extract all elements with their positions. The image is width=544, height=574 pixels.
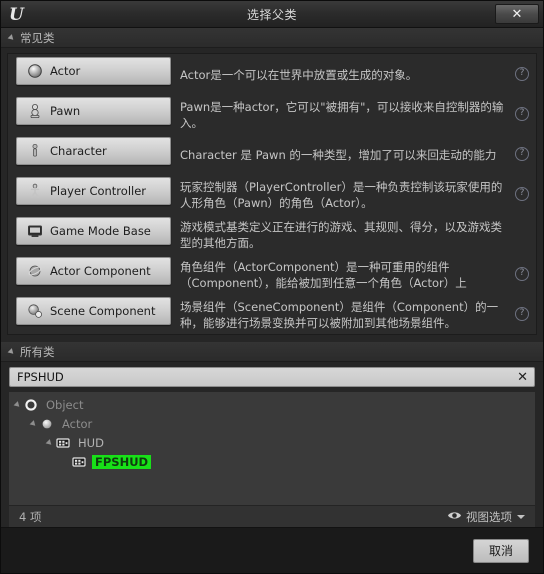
actor-sphere-icon [39,416,55,432]
window-title: 选择父类 [246,7,297,22]
expand-arrow-icon[interactable] [29,419,38,428]
help-icon[interactable]: ? [515,187,529,201]
help-icon[interactable]: ? [515,67,529,81]
object-ring-icon [23,397,39,413]
class-row-scene-component: Scene Component 场景组件（SceneComponent）是组件（… [8,297,536,331]
help-icon[interactable]: ? [515,147,529,161]
class-description: 场景组件（SceneComponent）是组件（Component）的一种，能够… [180,299,499,330]
common-classes-panel: Actor Actor是一个可以在世界中放置或生成的对象。 ? Pawn Paw… [7,53,537,335]
expand-arrow-icon[interactable] [45,438,54,447]
tree-item-label: HUD [78,435,104,450]
class-row-actor-component: Actor Component 角色组件（ActorComponent）是一种可… [8,257,536,291]
class-button-character[interactable]: Character [16,137,171,165]
unreal-engine-logo-icon: U [4,2,34,26]
hud-grid-icon [71,454,87,470]
class-description: 玩家控制器（PlayerController）是一种负责控制该玩家使用的人形角色… [180,179,503,210]
class-description: 游戏模式基类定义正在进行的游戏、其规则、得分，以及游戏类型的其他方面。 [180,219,502,250]
class-label: Actor Component [50,264,151,278]
search-row: FPSHUD ✕ [1,362,543,390]
class-row-pawn: Pawn Pawn是一种actor，它可以"被拥有"，可以接收来自控制器的输入。… [8,97,536,131]
clear-search-icon[interactable]: ✕ [515,371,530,384]
class-row-character: Character Character 是 Pawn 的一种类型，增加了可以来回… [8,137,536,171]
class-label: Player Controller [50,184,147,198]
class-button-pawn[interactable]: Pawn [16,97,171,125]
common-classes-title: 常见类 [20,30,55,45]
svg-text:U: U [9,5,25,24]
help-icon[interactable]: ? [515,307,529,321]
tree-item-label: Object [46,397,84,412]
class-description: Pawn是一种actor，它可以"被拥有"，可以接收来自控制器的输入。 [180,99,504,130]
help-slot: ? [508,67,536,81]
collapse-triangle-icon [7,33,16,42]
all-classes-title: 所有类 [20,344,55,359]
search-input-value: FPSHUD [17,370,64,384]
pawn-icon [26,103,43,120]
all-classes-section-header[interactable]: 所有类 [1,342,543,362]
help-slot: ? [508,307,536,321]
class-row-player-controller: Player Controller 玩家控制器（PlayerController… [8,177,536,211]
view-options-button[interactable]: 视图选项 [447,509,525,525]
view-options-label: 视图选项 [466,509,512,524]
class-row-game-mode-base: Game Mode Base 游戏模式基类定义正在进行的游戏、其规则、得分，以及… [8,217,536,251]
chevron-down-icon [517,514,525,519]
help-slot: ? [508,147,536,161]
title-bar: U 选择父类 ✕ [1,1,543,28]
item-count-label: 4 项 [19,509,42,524]
class-tree: Object Actor HUD FPSHUD [9,392,535,505]
class-label: Game Mode Base [50,224,151,238]
eye-icon [447,510,462,524]
tree-item-object[interactable]: Object [9,395,535,414]
help-slot: ? [508,267,536,281]
tree-item-fpshud[interactable]: FPSHUD [9,452,535,471]
class-row-actor: Actor Actor是一个可以在世界中放置或生成的对象。 ? [8,57,536,91]
class-button-game-mode-base[interactable]: Game Mode Base [16,217,171,245]
collapse-triangle-icon [7,347,16,356]
common-classes-section-header[interactable]: 常见类 [1,28,543,48]
class-label: Actor [50,64,81,78]
help-icon[interactable]: ? [515,107,529,121]
close-window-button[interactable]: ✕ [495,4,539,24]
sphere-icon [26,63,43,80]
class-label: Character [50,144,107,158]
class-button-actor-component[interactable]: Actor Component [16,257,171,285]
tree-status-bar: 4 项 视图选项 [9,505,535,527]
dialog-footer: 取消 [1,527,543,573]
tree-item-label-selected: FPSHUD [92,454,152,469]
tree-item-label: Actor [62,416,93,431]
scene-component-icon [26,303,43,320]
help-slot: ? [508,187,536,201]
class-button-actor[interactable]: Actor [16,57,171,85]
all-classes-section: 所有类 FPSHUD ✕ Object Actor HUD FPSHUD 4 项… [1,342,543,527]
hud-grid-icon [55,435,71,451]
search-input[interactable]: FPSHUD ✕ [9,367,535,387]
actor-component-icon [26,263,43,280]
class-description: 角色组件（ActorComponent）是一种可重用的组件（Component）… [180,259,467,290]
class-button-scene-component[interactable]: Scene Component [16,297,171,325]
class-button-player-controller[interactable]: Player Controller [16,177,171,205]
tree-item-actor[interactable]: Actor [9,414,535,433]
expand-arrow-icon [62,458,70,466]
class-label: Pawn [50,104,81,118]
class-description: Character 是 Pawn 的一种类型，增加了可以来回走动的能力 [180,147,497,162]
player-controller-icon [26,183,43,200]
dialog-body: 常见类 Actor Actor是一个可以在世界中放置或生成的对象。 ? Pawn… [1,28,543,527]
cancel-button[interactable]: 取消 [473,538,529,563]
expand-arrow-icon[interactable] [13,400,22,409]
class-label: Scene Component [50,304,156,318]
help-slot: ? [508,107,536,121]
help-icon[interactable]: ? [515,267,529,281]
character-icon [26,143,43,160]
game-mode-icon [26,223,43,240]
class-description: Actor是一个可以在世界中放置或生成的对象。 [180,67,418,82]
choose-parent-class-dialog: U 选择父类 ✕ 常见类 Actor Actor是一个可以在世界中放置或生成的对… [0,0,544,574]
tree-item-hud[interactable]: HUD [9,433,535,452]
